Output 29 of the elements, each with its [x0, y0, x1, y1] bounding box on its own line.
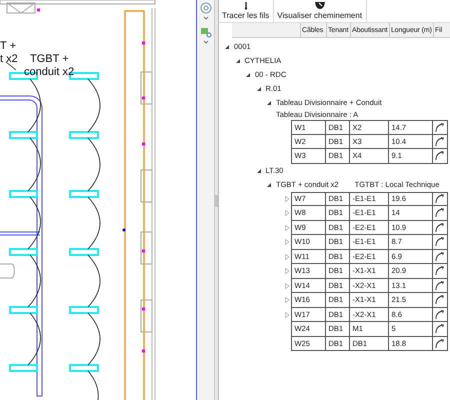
collapse-arrow-icon[interactable] — [224, 44, 230, 50]
collapse-arrow-icon[interactable] — [234, 58, 240, 64]
drawing-label: t x2 — [0, 53, 18, 65]
cable-icon[interactable] — [435, 151, 444, 160]
drawing-label: TGBT + — [30, 53, 69, 65]
cable-icon[interactable] — [435, 222, 444, 232]
drawing-label: conduit x2 — [24, 66, 74, 78]
layer-icon[interactable] — [198, 26, 212, 44]
toolbar-button[interactable]: Visualiser cheminement — [274, 0, 368, 22]
collapse-arrow-icon[interactable] — [266, 182, 272, 188]
cable-icon[interactable] — [435, 252, 444, 261]
cable-icon[interactable] — [435, 324, 444, 334]
scrollbar-thumb[interactable] — [215, 195, 218, 207]
cable-icon[interactable] — [435, 194, 444, 204]
collapse-arrow-icon[interactable] — [256, 168, 262, 174]
collapse-arrow-icon[interactable] — [245, 72, 251, 78]
cable-icon[interactable] — [435, 295, 444, 304]
collapse-arrow-icon[interactable] — [266, 100, 272, 106]
cable-icon[interactable] — [435, 338, 444, 348]
cable-icon[interactable] — [435, 122, 444, 132]
cable-icon[interactable] — [435, 310, 444, 319]
cable-icon[interactable] — [435, 280, 444, 290]
cable-icon[interactable] — [435, 266, 444, 276]
cable-icon[interactable] — [435, 208, 444, 218]
cable-icon[interactable] — [435, 136, 444, 146]
collapse-arrow-icon[interactable] — [256, 86, 262, 92]
cable-icon[interactable] — [435, 237, 444, 246]
drawing-label: T + — [0, 40, 16, 52]
toolbar-button[interactable]: Tracer les fils — [219, 0, 274, 22]
